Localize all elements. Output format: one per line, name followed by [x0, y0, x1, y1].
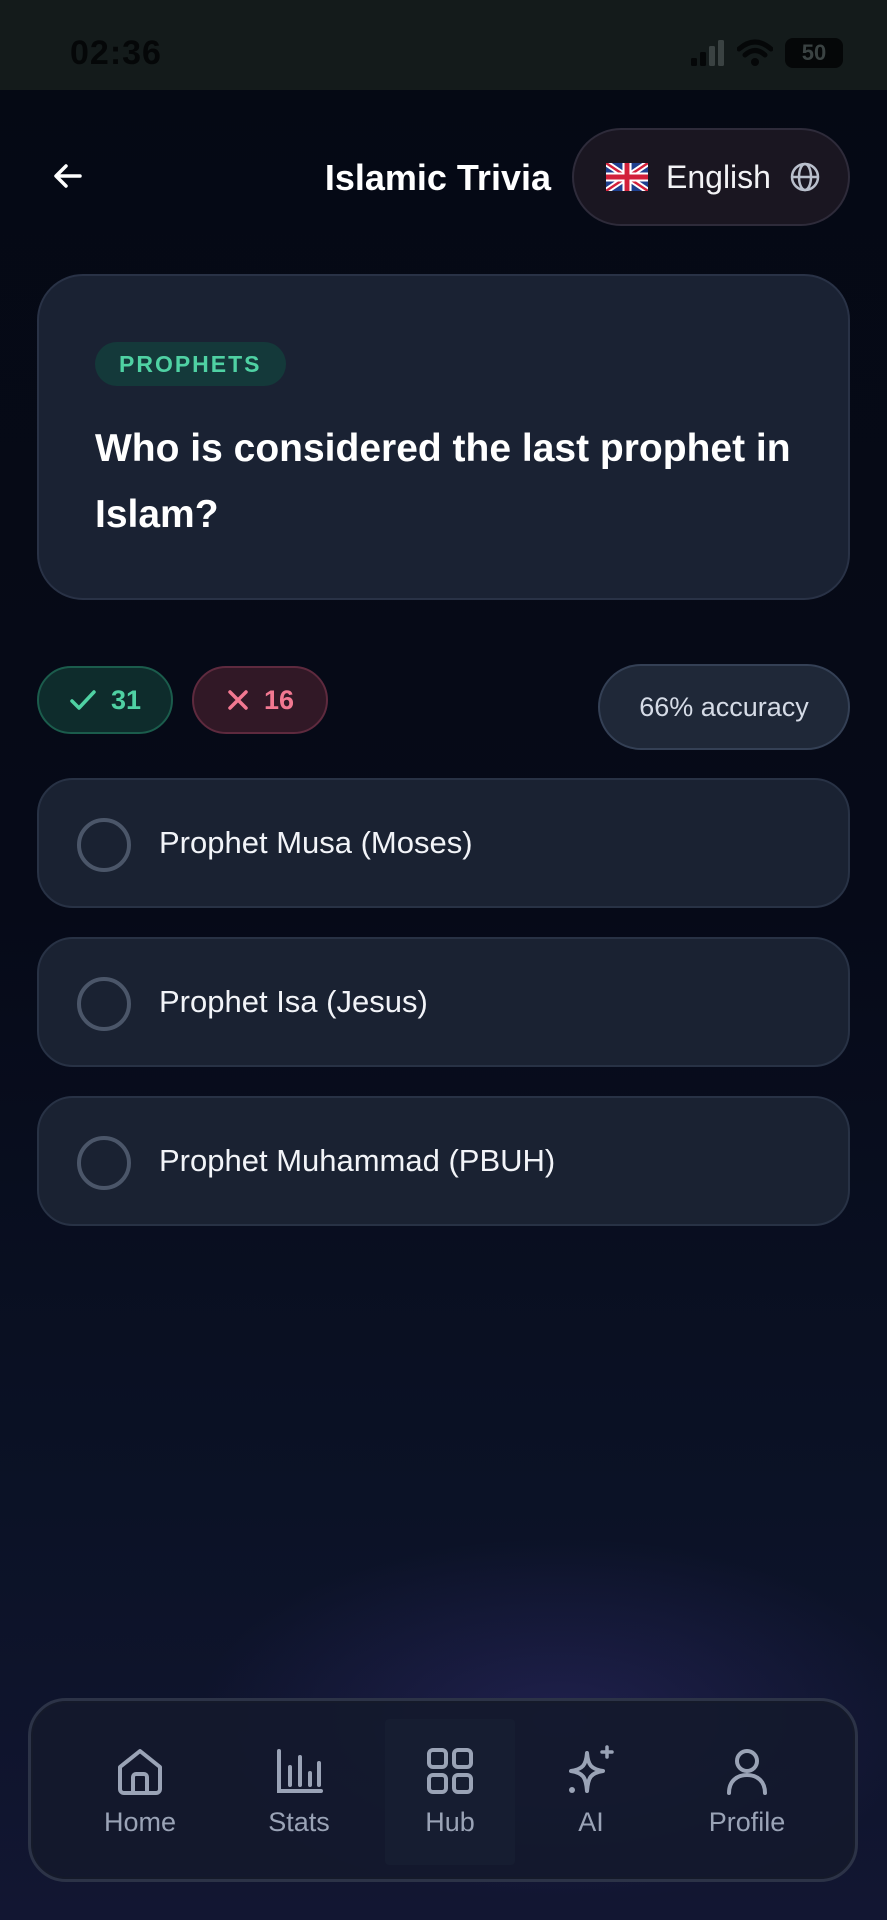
status-bar: 02:36 50	[0, 0, 887, 90]
nav-item-stats[interactable]: Stats	[239, 1727, 359, 1857]
answer-option[interactable]: Prophet Isa (Jesus)	[37, 937, 850, 1067]
globe-icon	[790, 162, 820, 192]
battery-level: 50	[801, 40, 827, 65]
answer-options: Prophet Musa (Moses) Prophet Isa (Jesus)…	[37, 778, 850, 1255]
answer-label: Prophet Isa (Jesus)	[159, 984, 428, 1019]
correct-count: 31	[110, 684, 142, 715]
language-selector-button[interactable]: English	[572, 128, 850, 226]
cellular-signal-icon	[691, 40, 724, 66]
sparkles-icon	[563, 1743, 619, 1799]
language-label: English	[666, 158, 771, 195]
radio-unchecked-icon	[77, 818, 131, 872]
accuracy-badge: 66% accuracy	[598, 664, 850, 750]
home-icon	[114, 1743, 166, 1799]
wrong-count-chip: 16	[192, 666, 328, 734]
answer-option[interactable]: Prophet Muhammad (PBUH)	[37, 1096, 850, 1226]
nav-item-profile[interactable]: Profile	[687, 1727, 807, 1857]
radio-unchecked-icon	[77, 977, 131, 1031]
score-stats-row: 31 16 66% accuracy	[37, 664, 850, 750]
nav-label: Home	[103, 1807, 177, 1837]
nav-label: AI	[578, 1807, 604, 1837]
nav-item-home[interactable]: Home	[80, 1727, 200, 1857]
question-card: PROPHETS Who is considered the last prop…	[37, 274, 850, 600]
nav-item-ai[interactable]: AI	[531, 1727, 651, 1857]
user-icon	[721, 1743, 773, 1799]
header: Islamic Trivia English	[0, 120, 887, 236]
radio-unchecked-icon	[77, 1136, 131, 1190]
close-icon	[228, 690, 248, 710]
answer-label: Prophet Muhammad (PBUH)	[159, 1143, 556, 1178]
bottom-navigation: Home Stats Hub AI Profile	[28, 1698, 858, 1882]
bar-chart-icon	[273, 1743, 325, 1799]
nav-item-hub[interactable]: Hub	[385, 1719, 515, 1865]
nav-label: Stats	[268, 1807, 330, 1837]
accuracy-text: 66% accuracy	[639, 691, 809, 722]
status-time: 02:36	[70, 34, 162, 72]
nav-label: Profile	[708, 1807, 786, 1837]
battery-icon: 50	[785, 38, 843, 68]
wrong-count: 16	[263, 684, 295, 715]
question-text: Who is considered the last prophet in Is…	[95, 427, 791, 536]
arrow-left-icon	[54, 164, 82, 188]
nav-label: Hub	[425, 1807, 475, 1837]
page-title: Islamic Trivia	[324, 157, 551, 198]
grid-icon	[425, 1743, 475, 1799]
screen: 02:36 50 Islamic Trivia English PROPHETS…	[0, 0, 887, 1920]
back-button[interactable]	[38, 146, 98, 206]
check-icon	[70, 690, 96, 710]
status-icons: 50	[691, 38, 843, 68]
uk-flag-icon	[606, 163, 648, 191]
category-badge: PROPHETS	[95, 342, 286, 386]
wifi-icon	[737, 39, 773, 66]
correct-count-chip: 31	[37, 666, 173, 734]
answer-option[interactable]: Prophet Musa (Moses)	[37, 778, 850, 908]
answer-label: Prophet Musa (Moses)	[159, 825, 473, 860]
